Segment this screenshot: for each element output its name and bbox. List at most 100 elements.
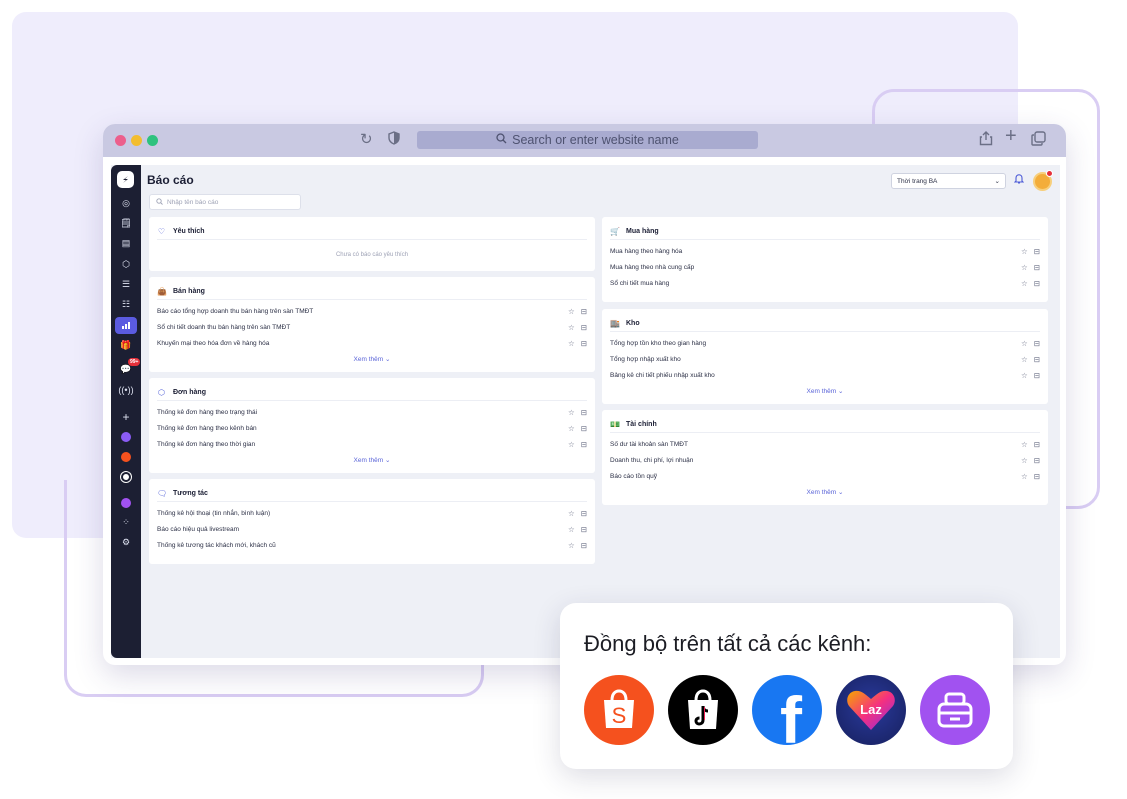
report-row[interactable]: Báo cáo tồn quỹ ☆ ⊟ <box>610 469 1040 483</box>
star-icon[interactable]: ☆ <box>1021 355 1028 364</box>
star-icon[interactable]: ☆ <box>568 339 575 348</box>
tabs-overview-icon[interactable] <box>1031 131 1046 151</box>
shopee-letter: S <box>612 703 627 728</box>
archive-icon[interactable]: ⊟ <box>581 541 587 550</box>
archive-icon[interactable]: ⊟ <box>581 424 587 433</box>
reports-icon[interactable] <box>115 317 137 334</box>
star-icon[interactable]: ☆ <box>568 424 575 433</box>
broadcast-icon[interactable]: ((•)) <box>115 381 137 398</box>
app-logo[interactable] <box>117 171 134 188</box>
list-icon[interactable]: ☰ <box>115 276 137 293</box>
new-tab-icon[interactable]: + <box>1005 126 1017 146</box>
report-row[interactable]: Doanh thu, chi phí, lợi nhuận ☆ ⊟ <box>610 453 1040 467</box>
channel-tiktok-icon[interactable] <box>115 468 137 485</box>
checklist-icon[interactable]: ☷ <box>115 296 137 313</box>
address-bar[interactable]: Search or enter website name <box>417 131 758 149</box>
report-row[interactable]: Thống kê tương tác khách mới, khách cũ ☆ ⊟ <box>157 538 587 552</box>
star-icon[interactable]: ☆ <box>1021 247 1028 256</box>
report-row[interactable]: Bảng kê chi tiết phiếu nhập xuất kho ☆ ⊟ <box>610 368 1040 382</box>
report-row[interactable]: Mua hàng theo nhà cung cấp ☆ ⊟ <box>610 260 1040 274</box>
star-icon[interactable]: ☆ <box>1021 440 1028 449</box>
report-row[interactable]: Thống kê đơn hàng theo trạng thái ☆ ⊟ <box>157 405 587 419</box>
chevron-down-icon: ⌄ <box>994 178 1000 185</box>
report-row[interactable]: Mua hàng theo hàng hóa ☆ ⊟ <box>610 244 1040 258</box>
archive-icon[interactable]: ⊟ <box>581 307 587 316</box>
report-row[interactable]: Tổng hợp nhập xuất kho ☆ ⊟ <box>610 352 1040 366</box>
channel-lazada-icon[interactable] <box>115 494 137 511</box>
channel-shopee-icon[interactable] <box>115 448 137 465</box>
star-icon[interactable]: ☆ <box>568 440 575 449</box>
report-name: Doanh thu, chi phí, lợi nhuận <box>610 456 694 464</box>
archive-icon[interactable]: ⊟ <box>1034 247 1040 256</box>
star-icon[interactable]: ☆ <box>568 323 575 332</box>
archive-icon[interactable]: ⊟ <box>581 525 587 534</box>
add-channel-icon[interactable]: + <box>115 408 137 425</box>
star-icon[interactable]: ☆ <box>1021 456 1028 465</box>
star-icon[interactable]: ☆ <box>1021 339 1028 348</box>
archive-icon[interactable]: ⊟ <box>1034 371 1040 380</box>
document-icon[interactable]: ▤ <box>115 235 137 252</box>
finance-header: 💵 Tài chính <box>610 417 1040 433</box>
archive-icon[interactable]: ⊟ <box>1034 355 1040 364</box>
report-row[interactable]: Sổ chi tiết mua hàng ☆ ⊟ <box>610 276 1040 290</box>
star-icon[interactable]: ☆ <box>1021 371 1028 380</box>
archive-icon[interactable]: ⊟ <box>1034 279 1040 288</box>
report-name: Tổng hợp nhập xuất kho <box>610 355 681 363</box>
close-window-dot[interactable] <box>115 135 126 146</box>
channel-purple-icon[interactable] <box>115 428 137 445</box>
archive-icon[interactable]: ⊟ <box>581 339 587 348</box>
sales-header: 👜 Bán hàng <box>157 284 587 300</box>
sales-see-more[interactable]: Xem thêm ⌄ <box>149 355 595 363</box>
report-row[interactable]: Báo cáo tổng hợp doanh thu bán hàng trên… <box>157 304 587 318</box>
star-icon[interactable]: ☆ <box>568 541 575 550</box>
star-icon[interactable]: ☆ <box>568 307 575 316</box>
archive-icon[interactable]: ⊟ <box>1034 456 1040 465</box>
star-icon[interactable]: ☆ <box>568 525 575 534</box>
orders-see-more[interactable]: Xem thêm ⌄ <box>149 456 595 464</box>
report-search-input[interactable]: Nhập tên báo cáo <box>149 194 301 210</box>
warehouse-see-more[interactable]: Xem thêm ⌄ <box>602 387 1048 395</box>
star-icon[interactable]: ☆ <box>1021 279 1028 288</box>
favorites-card: ♡ Yêu thích Chưa có báo cáo yêu thích <box>149 217 595 271</box>
shield-icon[interactable] <box>388 131 400 150</box>
report-row[interactable]: Thống kê hội thoại (tin nhắn, bình luận)… <box>157 506 587 520</box>
share-icon[interactable] <box>979 131 993 151</box>
archive-icon[interactable]: ⊟ <box>1034 339 1040 348</box>
archive-icon[interactable]: ⊟ <box>581 509 587 518</box>
minimize-window-dot[interactable] <box>131 135 142 146</box>
report-row[interactable]: Số dư tài khoản sàn TMĐT ☆ ⊟ <box>610 437 1040 451</box>
dashboard-icon[interactable]: ◎ <box>115 195 137 212</box>
package-icon[interactable]: ⬡ <box>115 256 137 273</box>
star-icon[interactable]: ☆ <box>568 408 575 417</box>
report-row[interactable]: Thống kê đơn hàng theo kênh bán ☆ ⊟ <box>157 421 587 435</box>
archive-icon[interactable]: ⊟ <box>581 323 587 332</box>
report-row[interactable]: Báo cáo hiệu quả livestream ☆ ⊟ <box>157 522 587 536</box>
purchase-header: 🛒 Mua hàng <box>610 224 1040 240</box>
settings-icon[interactable]: ⚙ <box>115 534 137 551</box>
maximize-window-dot[interactable] <box>147 135 158 146</box>
archive-icon[interactable]: ⊟ <box>581 408 587 417</box>
report-row[interactable]: Thống kê đơn hàng theo thời gian ☆ ⊟ <box>157 437 587 451</box>
report-row[interactable]: Khuyến mại theo hóa đơn về hàng hóa ☆ ⊟ <box>157 336 587 350</box>
star-icon[interactable]: ☆ <box>568 509 575 518</box>
report-name: Thống kê đơn hàng theo kênh bán <box>157 424 257 432</box>
archive-icon[interactable]: ⊟ <box>1034 472 1040 481</box>
star-icon[interactable]: ☆ <box>1021 472 1028 481</box>
report-row[interactable]: Sổ chi tiết doanh thu bán hàng trên sàn … <box>157 320 587 334</box>
browser-titlebar: ↻ Search or enter website name + <box>103 124 1066 157</box>
orders-card: ⬡ Đơn hàng Thống kê đơn hàng theo trạng … <box>149 378 595 473</box>
invoice-icon[interactable]: 🗒 <box>115 215 137 232</box>
bell-icon[interactable] <box>1013 173 1025 187</box>
report-name: Thống kê hội thoại (tin nhắn, bình luận) <box>157 509 271 517</box>
apps-icon[interactable]: ⁘ <box>115 514 137 531</box>
archive-icon[interactable]: ⊟ <box>581 440 587 449</box>
store-dropdown[interactable]: Thời trang BA ⌄ <box>891 173 1006 189</box>
star-icon[interactable]: ☆ <box>1021 263 1028 272</box>
report-row[interactable]: Tổng hợp tồn kho theo gian hàng ☆ ⊟ <box>610 336 1040 350</box>
archive-icon[interactable]: ⊟ <box>1034 263 1040 272</box>
report-name: Bảng kê chi tiết phiếu nhập xuất kho <box>610 371 715 379</box>
reload-icon[interactable]: ↻ <box>360 131 373 149</box>
archive-icon[interactable]: ⊟ <box>1034 440 1040 449</box>
gift-icon[interactable]: 🎁 <box>115 337 137 354</box>
finance-see-more[interactable]: Xem thêm ⌄ <box>602 488 1048 496</box>
